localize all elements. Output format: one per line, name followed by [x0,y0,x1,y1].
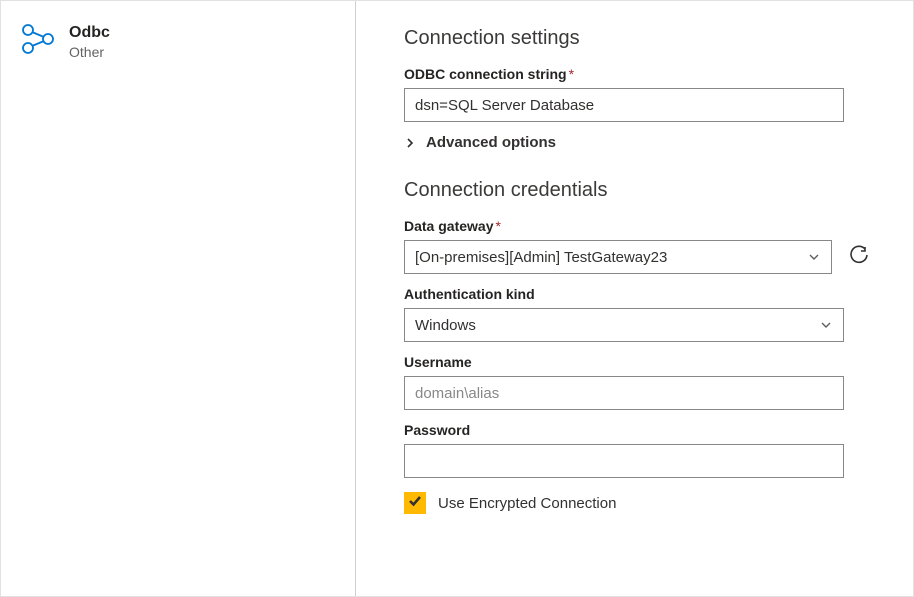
connector-titles: Odbc Other [69,21,110,576]
select-gateway[interactable]: [On-premises][Admin] TestGateway23 [404,240,832,274]
section-heading-settings: Connection settings [404,27,873,50]
section-heading-credentials: Connection credentials [404,179,873,202]
required-asterisk: * [495,218,500,234]
select-gateway-value: [On-premises][Admin] TestGateway23 [415,249,667,266]
connector-title: Odbc [69,23,110,42]
input-username-placeholder: domain\alias [415,385,499,402]
label-password: Password [404,422,873,438]
label-connection-string-text: ODBC connection string [404,66,567,82]
left-pane: Odbc Other [1,1,356,596]
label-gateway: Data gateway* [404,218,873,234]
field-auth-kind: Authentication kind Windows [404,286,873,342]
input-connection-string-value: dsn=SQL Server Database [415,97,594,114]
chevron-down-icon [819,318,833,332]
select-auth-kind-value: Windows [415,317,476,334]
input-password[interactable] [404,444,844,478]
label-auth-kind: Authentication kind [404,286,873,302]
refresh-gateway-button[interactable] [846,243,873,271]
label-username: Username [404,354,873,370]
label-gateway-text: Data gateway [404,218,493,234]
field-gateway: Data gateway* [On-premises][Admin] TestG… [404,218,873,274]
select-auth-kind[interactable]: Windows [404,308,844,342]
advanced-options-label: Advanced options [426,134,556,151]
odbc-icon [19,21,55,57]
row-encrypted: Use Encrypted Connection [404,492,873,514]
label-connection-string: ODBC connection string* [404,66,873,82]
dialog-root: Odbc Other Connection settings ODBC conn… [0,0,914,597]
advanced-options-toggle[interactable]: Advanced options [404,134,873,151]
required-asterisk: * [569,66,574,82]
field-username: Username domain\alias [404,354,873,410]
checkbox-encrypted[interactable] [404,492,426,514]
right-pane: Connection settings ODBC connection stri… [356,1,913,596]
input-connection-string[interactable]: dsn=SQL Server Database [404,88,844,122]
refresh-icon [849,245,869,270]
field-connection-string: ODBC connection string* dsn=SQL Server D… [404,66,873,122]
connector-subtitle: Other [69,44,110,60]
chevron-right-icon [404,137,416,149]
input-username[interactable]: domain\alias [404,376,844,410]
chevron-down-icon [807,250,821,264]
label-encrypted: Use Encrypted Connection [438,495,616,512]
check-icon [408,494,422,513]
field-password: Password [404,422,873,478]
